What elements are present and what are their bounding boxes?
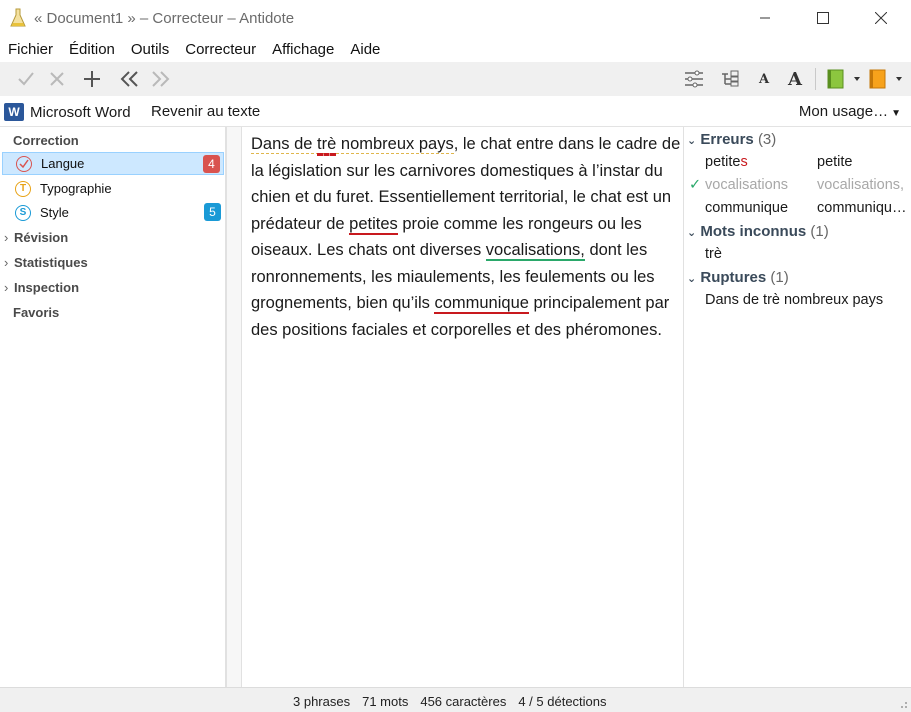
antidote-flask-icon (10, 8, 26, 27)
add-button[interactable] (78, 66, 106, 92)
maximize-button[interactable] (794, 0, 852, 36)
style-icon: S (15, 204, 31, 221)
maximize-icon (817, 12, 829, 24)
section-statistiques[interactable]: › Statistiques (4, 255, 88, 270)
breaks-header[interactable]: ⌄ Ruptures (1) (687, 269, 789, 286)
chevron-right-icon: › (4, 255, 9, 270)
return-to-text-button[interactable]: Revenir au texte (151, 103, 260, 120)
error-row[interactable]: communique communiqu… (684, 200, 911, 223)
plus-icon (84, 71, 100, 87)
font-small-icon: A (758, 71, 770, 87)
double-chevron-right-icon (152, 71, 170, 87)
errors-header[interactable]: ⌄ Erreurs (3) (687, 131, 776, 148)
accept-button[interactable] (12, 66, 40, 92)
next-button[interactable] (146, 66, 174, 92)
section-inspection[interactable]: › Inspection (4, 280, 79, 295)
category-panel: Correction Langue 4 T Typographie S Styl… (0, 127, 226, 687)
usage-label: Mon usage… (798, 103, 889, 120)
cross-icon (50, 72, 64, 86)
sentence-count: 3 phrases (293, 694, 351, 709)
section-correction[interactable]: Correction (13, 133, 79, 148)
orange-book-icon (869, 69, 902, 89)
word-icon: W (4, 103, 24, 121)
error-row[interactable]: petites petite (684, 154, 911, 177)
category-style[interactable]: S Style 5 (2, 201, 224, 224)
corrected-vocalisations[interactable]: vocalisations, (485, 241, 585, 261)
chevron-right-icon: › (4, 280, 9, 295)
previous-button[interactable] (116, 66, 144, 92)
word-count: 71 mots (362, 694, 409, 709)
green-book-icon (827, 69, 860, 89)
toolbar-separator (815, 68, 816, 90)
error-row[interactable]: ✓ vocalisations vocalisations, (684, 177, 911, 200)
char-count: 456 caractères (420, 694, 507, 709)
sliders-icon (685, 70, 703, 88)
count-badge: 5 (204, 203, 221, 221)
close-icon (875, 12, 887, 24)
unknown-word-row[interactable]: trè (684, 246, 911, 269)
menu-fichier[interactable]: Fichier (0, 38, 61, 62)
font-large-icon: A (788, 68, 802, 90)
title-bar: « Document1 » – Correcteur – Antidote (0, 0, 911, 38)
sentence-break[interactable]: Dans de trè nombreux pays (251, 135, 454, 156)
document-text[interactable]: Dans de trè nombreux pays, le chat entre… (251, 131, 681, 343)
typography-icon: T (15, 180, 31, 197)
tree-button[interactable] (716, 66, 744, 92)
section-favoris[interactable]: Favoris (13, 305, 59, 320)
menu-aide[interactable]: Aide (342, 38, 388, 62)
toolbar: A A (0, 62, 911, 96)
orange-book-button[interactable] (864, 66, 908, 92)
status-bar: 3 phrases 71 mots 456 caractères 4 / 5 d… (0, 687, 911, 712)
filters-button[interactable] (680, 66, 708, 92)
error-communique[interactable]: communique (434, 294, 529, 314)
word-label: Microsoft Word (30, 103, 131, 121)
chevron-down-icon: ⌄ (687, 273, 697, 285)
category-label: Style (40, 205, 69, 220)
double-chevron-left-icon (120, 71, 138, 87)
close-button[interactable] (852, 0, 910, 36)
category-typographie[interactable]: T Typographie (2, 177, 224, 200)
section-revision[interactable]: › Révision (4, 230, 68, 245)
resize-grip-icon[interactable] (898, 699, 908, 709)
chevron-down-icon: ⌄ (687, 227, 697, 239)
font-large-button[interactable]: A (781, 66, 809, 92)
unknown-words-header[interactable]: ⌄ Mots inconnus (1) (687, 223, 829, 240)
font-small-button[interactable]: A (750, 66, 778, 92)
green-book-button[interactable] (822, 66, 866, 92)
dropdown-arrow-icon: ▼ (891, 108, 901, 119)
panel-splitter[interactable] (226, 127, 242, 687)
language-check-icon (16, 155, 32, 172)
minimize-icon (760, 17, 770, 19)
category-label: Typographie (40, 181, 112, 196)
unknown-word[interactable]: trè (317, 135, 337, 156)
ignore-button[interactable] (43, 66, 71, 92)
menu-affichage[interactable]: Affichage (264, 38, 342, 62)
chevron-down-icon: ⌄ (687, 135, 697, 147)
detections-panel: ⌄ Erreurs (3) petites petite ✓ vocalisat… (683, 127, 911, 687)
check-icon: ✓ (689, 177, 702, 193)
check-icon (18, 72, 34, 86)
usage-dropdown[interactable]: Mon usage… ▼ (799, 103, 901, 120)
source-bar: W Microsoft Word Revenir au texte Mon us… (0, 96, 911, 127)
menu-edition[interactable]: Édition (61, 38, 123, 62)
count-badge: 4 (203, 155, 220, 173)
window-title: « Document1 » – Correcteur – Antidote (34, 10, 295, 27)
menu-bar: Fichier Édition Outils Correcteur Affich… (0, 38, 911, 62)
tree-icon (722, 70, 739, 87)
category-langue[interactable]: Langue 4 (2, 152, 224, 175)
error-petites[interactable]: petites (349, 214, 398, 235)
category-label: Langue (41, 156, 85, 171)
minimize-button[interactable] (736, 0, 794, 36)
break-row[interactable]: Dans de trè nombreux pays (684, 292, 911, 315)
chevron-right-icon: › (4, 230, 9, 245)
microsoft-word-button[interactable]: W Microsoft Word (4, 101, 131, 123)
detection-count: 4 / 5 détections (518, 694, 607, 709)
menu-outils[interactable]: Outils (123, 38, 177, 62)
menu-correcteur[interactable]: Correcteur (177, 38, 264, 62)
